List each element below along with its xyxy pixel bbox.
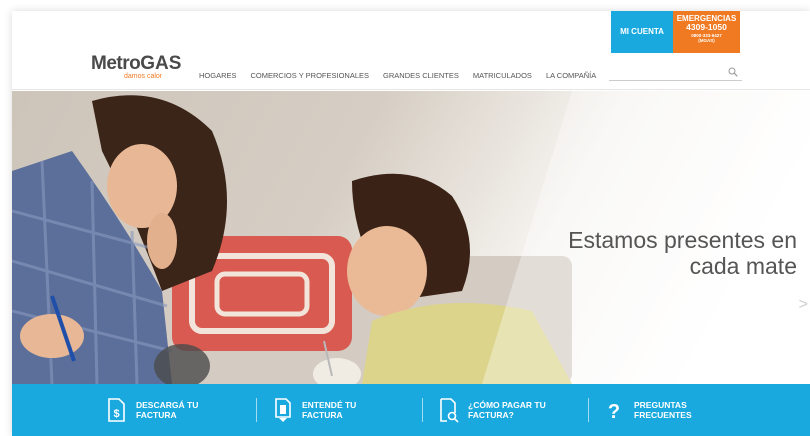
divider [256, 398, 257, 422]
main-nav: HOGARES COMERCIOS Y PROFESIONALES GRANDE… [199, 71, 610, 80]
metrogas-logo[interactable]: MetroGAS damos calor [91, 39, 191, 83]
nav-comercios[interactable]: COMERCIOS Y PROFESIONALES [251, 71, 370, 80]
nav-la-compania[interactable]: LA COMPAÑÍA [546, 71, 596, 80]
nav-hogares[interactable]: HOGARES [199, 71, 237, 80]
logo-tagline: damos calor [124, 73, 163, 80]
search-icon[interactable] [728, 67, 738, 77]
search-box [609, 65, 742, 81]
hero-title-line2: cada mate [689, 253, 797, 280]
divider [422, 398, 423, 422]
quick-link-preguntas-frecuentes[interactable]: ? PREGUNTAS FRECUENTES [603, 384, 692, 436]
quick-link-como-pagar[interactable]: ¿CÓMO PAGAR TU FACTURA? [437, 384, 546, 436]
emergencias-phone: 4309-1050 [686, 22, 727, 33]
svg-text:?: ? [608, 401, 620, 423]
quick-link-label: ¿CÓMO PAGAR TU FACTURA? [468, 399, 546, 420]
hero-title-line1: Estamos presentes en [568, 227, 797, 253]
hero-banner: Estamos presentes en cada mate > [12, 91, 810, 384]
page-frame: MetroGAS damos calor MI CUENTA EMERGENCI… [12, 11, 810, 436]
quick-links-bar: $ DESCARGÁ TU FACTURA ENTENDÉ TU FACTURA… [12, 384, 810, 436]
emergencias-button[interactable]: EMERGENCIAS 4309-1050 0800-333-6427 (MGA… [673, 11, 740, 53]
quick-link-entende-factura[interactable]: ENTENDÉ TU FACTURA [271, 384, 356, 436]
quick-link-descarga-factura[interactable]: $ DESCARGÁ TU FACTURA [105, 384, 198, 436]
quick-link-label: PREGUNTAS FRECUENTES [634, 399, 692, 420]
carousel-next-arrow[interactable]: > [799, 296, 808, 314]
logo-word-metro: Metro [91, 53, 141, 74]
emergencias-alt-text: (MGAS) [698, 38, 715, 44]
hero-title: Estamos presentes en cada mate [512, 227, 797, 280]
invoice-download-icon: $ [108, 398, 125, 422]
invoice-info-icon [275, 398, 291, 422]
mi-cuenta-button[interactable]: MI CUENTA [611, 11, 673, 53]
divider [588, 398, 589, 422]
nav-grandes-clientes[interactable]: GRANDES CLIENTES [383, 71, 459, 80]
quick-link-label: ENTENDÉ TU FACTURA [302, 399, 357, 420]
nav-matriculados[interactable]: MATRICULADOS [473, 71, 532, 80]
question-icon: ? [608, 401, 620, 423]
quick-link-label: DESCARGÁ TU FACTURA [136, 399, 199, 420]
search-input[interactable] [609, 65, 719, 80]
site-header: MetroGAS damos calor MI CUENTA EMERGENCI… [12, 11, 810, 90]
logo-word-gas: GAS [140, 53, 182, 74]
invoice-search-icon [440, 398, 459, 423]
logo-wordmark: MetroGAS [91, 53, 181, 75]
svg-text:$: $ [113, 408, 119, 420]
